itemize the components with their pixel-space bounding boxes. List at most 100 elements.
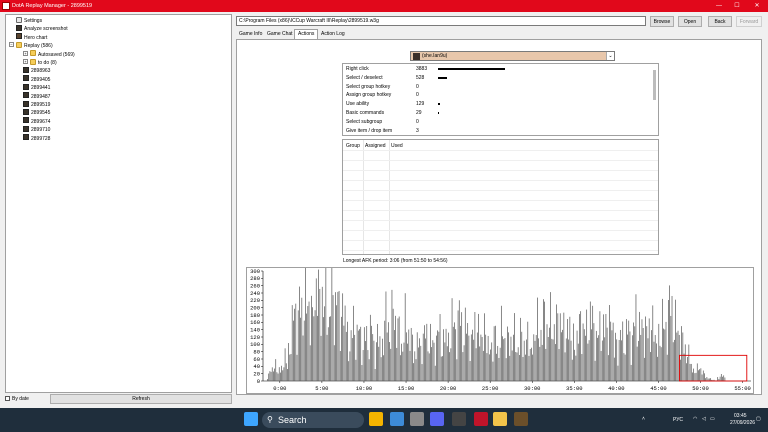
forward-button[interactable]: Forward (736, 16, 762, 27)
apm-bar (363, 327, 365, 381)
language-indicator[interactable]: РУС (673, 417, 683, 423)
by-date-checkbox[interactable]: By date (5, 395, 29, 403)
game-icon[interactable] (514, 412, 528, 426)
apm-bar (611, 330, 613, 381)
apm-bar (268, 373, 270, 381)
clock-time[interactable]: 03:45 (734, 413, 747, 419)
apm-bar (513, 334, 514, 381)
groups-table[interactable]: Group Assigned Used (342, 139, 659, 255)
back-button[interactable]: Back (708, 16, 732, 27)
apm-bar (527, 321, 529, 381)
replay-icon (23, 75, 29, 82)
apm-bar (314, 310, 316, 381)
volume-icon[interactable]: ◁ (702, 416, 706, 422)
table-row-line (343, 170, 658, 171)
action-label: Select / deselect (346, 74, 383, 81)
tree-item[interactable]: 2899441 (23, 83, 50, 92)
apm-bar (448, 332, 449, 381)
chevron-up-icon[interactable]: ˄ (642, 416, 645, 422)
apm-bar (381, 338, 383, 381)
collapse-icon[interactable]: − (9, 42, 14, 48)
tree-item[interactable]: 2899545 (23, 109, 50, 117)
tree-item[interactable]: 2899519 (23, 100, 50, 109)
chrome-icon[interactable] (369, 412, 383, 426)
apm-bar (282, 370, 284, 381)
tree-item[interactable]: 2899487 (23, 92, 50, 101)
player-select[interactable]: (she.Ian9u) ⌄ (410, 51, 615, 61)
replay-app-icon[interactable] (474, 412, 488, 426)
apm-bar (692, 372, 693, 381)
windows-start-icon[interactable] (244, 412, 258, 426)
tab-game-info[interactable]: Game Info (236, 30, 265, 39)
apm-bar (360, 326, 362, 381)
apm-bar (466, 333, 467, 381)
longest-afk-text: Longest AFK period: 3:06 (from 51:50 to … (343, 258, 448, 264)
tree-item[interactable]: Analyze screenshot (16, 25, 68, 33)
chevron-down-icon[interactable]: ⌄ (606, 52, 614, 60)
apm-bar (561, 332, 562, 381)
apm-bar (309, 345, 311, 381)
apm-bar (632, 335, 633, 381)
x-tick-label: 25:00 (482, 385, 499, 392)
apm-bar (323, 317, 324, 381)
taskbar-search[interactable]: ⚲ Search (262, 412, 364, 428)
apm-bar (308, 301, 310, 381)
browse-button[interactable]: Browse (650, 16, 674, 27)
apm-bar (546, 324, 548, 381)
tab-actions[interactable]: Actions (294, 29, 319, 39)
apm-bar (287, 369, 288, 381)
tab-action-log[interactable]: Action Log (318, 30, 348, 39)
apm-bar (357, 330, 359, 381)
app-icon (2, 2, 10, 10)
minimize-button[interactable]: — (714, 2, 724, 10)
apm-bar (694, 373, 696, 381)
expand-icon[interactable]: + (23, 50, 28, 56)
apm-bar (490, 349, 491, 381)
tree-item[interactable]: + Autosaved (569) (23, 50, 75, 59)
tree-item-label: 2899728 (31, 135, 51, 142)
notification-icon[interactable]: ▢ (756, 416, 761, 422)
tree-item[interactable]: + to do (8) (23, 58, 57, 67)
apm-bar (648, 318, 650, 381)
clock-date[interactable]: 27/09/2026 (730, 420, 755, 426)
tree-item[interactable]: 2899674 (23, 117, 50, 126)
apm-bar (544, 301, 545, 381)
apm-bar (504, 338, 506, 381)
refresh-button[interactable]: Refresh (50, 394, 232, 404)
file-explorer-icon[interactable] (493, 412, 507, 426)
notepad-icon[interactable] (390, 412, 404, 426)
column-header-assigned[interactable]: Assigned (365, 143, 386, 149)
replay-path-input[interactable]: C:\Program Files (x86)\ICCup Warcraft II… (236, 16, 646, 26)
tree-item[interactable]: Hero chart (16, 33, 47, 42)
apm-bar (392, 308, 394, 381)
x-tick-label: 45:00 (650, 385, 667, 392)
tree-item[interactable]: 2899728 (23, 134, 51, 143)
column-header-used[interactable]: Used (391, 143, 403, 149)
apm-bar (367, 350, 369, 381)
apm-bar (651, 330, 652, 381)
app-icon[interactable] (452, 412, 466, 426)
maximize-button[interactable]: ☐ (732, 2, 742, 10)
tree-item[interactable]: 2899405 (23, 75, 50, 84)
wifi-icon[interactable]: ◠ (693, 416, 697, 422)
checkbox-box[interactable] (5, 396, 10, 402)
expand-icon[interactable]: + (23, 59, 28, 65)
actions-list[interactable]: Right click 3883 Select / deselect 528 Selec… (342, 63, 659, 136)
open-button[interactable]: Open (678, 16, 702, 27)
scrollbar[interactable] (653, 70, 656, 100)
settings-icon[interactable] (410, 412, 424, 426)
apm-bar (586, 309, 588, 381)
tree-item[interactable]: 2899710 (23, 125, 50, 134)
close-button[interactable]: ✕ (752, 2, 762, 10)
apm-bar (386, 332, 388, 381)
apm-bar (380, 357, 382, 381)
apm-bar (577, 343, 579, 381)
tree-item[interactable]: − Replay (586) (9, 41, 53, 50)
tree-item[interactable]: Settings (16, 16, 42, 25)
tree-item[interactable]: 2898963 (23, 67, 50, 75)
discord-icon[interactable] (430, 412, 444, 426)
tab-game-chat[interactable]: Game Chat (264, 30, 296, 39)
battery-icon[interactable]: ▭ (710, 416, 715, 422)
column-header-group[interactable]: Group (346, 143, 360, 149)
replay-tree[interactable]: Settings Analyze screenshot Hero chart − Rep… (5, 14, 232, 393)
